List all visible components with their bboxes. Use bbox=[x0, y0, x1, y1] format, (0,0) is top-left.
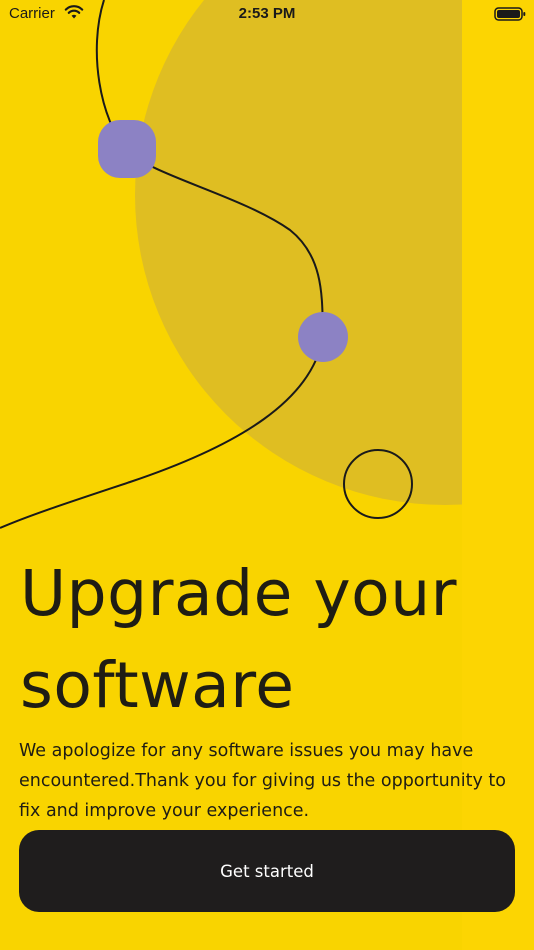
get-started-label: Get started bbox=[220, 861, 314, 881]
hero-illustration bbox=[0, 0, 534, 540]
onboarding-screen: Carrier 2:53 PM Upgrade your software We… bbox=[0, 0, 534, 950]
battery-icon bbox=[494, 7, 526, 21]
get-started-button[interactable]: Get started bbox=[19, 830, 515, 912]
decorative-dot-top bbox=[98, 120, 156, 178]
status-bar: Carrier 2:53 PM bbox=[0, 0, 534, 28]
blob-clip-strip bbox=[462, 0, 534, 540]
page-title: Upgrade your software bbox=[20, 557, 458, 722]
decorative-dot-middle bbox=[298, 312, 348, 362]
page-description: We apologize for any software issues you… bbox=[19, 741, 506, 821]
status-time: 2:53 PM bbox=[238, 5, 296, 22]
